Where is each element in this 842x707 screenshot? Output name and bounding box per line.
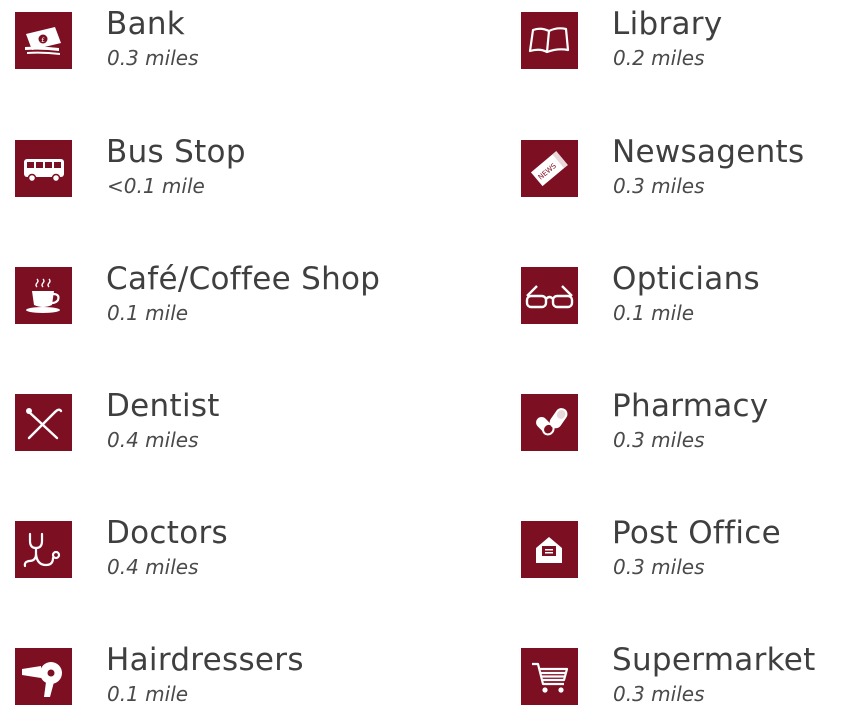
amenity-name: Dentist [106,388,220,424]
amenity-cafe: Café/Coffee Shop 0.1 mile [15,255,380,325]
amenity-name: Pharmacy [612,388,769,424]
amenity-distance: 0.3 miles [613,428,705,452]
svg-text:£: £ [41,37,45,44]
amenity-name: Hairdressers [106,642,304,678]
envelope-icon [521,521,578,578]
dental-tools-icon [15,394,72,451]
coffee-cup-icon [15,267,72,324]
amenity-name: Bank [106,6,186,42]
amenity-distance: 0.3 miles [613,174,705,198]
amenities-list: £ Bank 0.3 miles Library 0.2 miles Bus S… [0,0,842,707]
amenity-bank: £ Bank 0.3 miles [15,0,345,70]
amenity-supermarket: Supermarket 0.3 miles [521,636,842,706]
glasses-icon [521,267,578,324]
amenity-distance: <0.1 mile [107,174,205,198]
amenity-hairdressers: Hairdressers 0.1 mile [15,636,345,706]
amenity-newsagents: NEWS Newsagents 0.3 miles [521,128,842,198]
amenity-library: Library 0.2 miles [521,0,842,70]
amenity-distance: 0.3 miles [107,46,199,70]
pills-icon [521,394,578,451]
amenity-distance: 0.1 mile [107,682,189,706]
amenity-name: Library [612,6,723,42]
amenity-distance: 0.4 miles [107,428,199,452]
hairdryer-icon [15,648,72,705]
amenity-distance: 0.1 mile [107,301,189,325]
amenity-name: Post Office [612,515,781,551]
amenity-distance: 0.1 mile [613,301,695,325]
amenity-distance: 0.3 miles [613,682,705,706]
amenity-opticians: Opticians 0.1 mile [521,255,842,325]
amenity-name: Bus Stop [106,134,246,170]
amenity-doctors: Doctors 0.4 miles [15,509,345,579]
amenity-name: Doctors [106,515,228,551]
stethoscope-icon [15,521,72,578]
amenity-post-office: Post Office 0.3 miles [521,509,842,579]
amenity-name: Café/Coffee Shop [106,261,381,297]
newspaper-icon: NEWS [521,140,578,197]
amenity-name: Newsagents [612,134,805,170]
amenity-distance: 0.3 miles [613,555,705,579]
amenity-bus-stop: Bus Stop <0.1 mile [15,128,345,198]
shopping-cart-icon [521,648,578,705]
amenity-pharmacy: Pharmacy 0.3 miles [521,382,842,452]
amenity-name: Opticians [612,261,760,297]
amenity-dentist: Dentist 0.4 miles [15,382,345,452]
book-icon [521,12,578,69]
amenity-distance: 0.4 miles [107,555,199,579]
banknote-icon: £ [15,12,72,69]
amenity-distance: 0.2 miles [613,46,705,70]
bus-icon [15,140,72,197]
amenity-name: Supermarket [612,642,816,678]
